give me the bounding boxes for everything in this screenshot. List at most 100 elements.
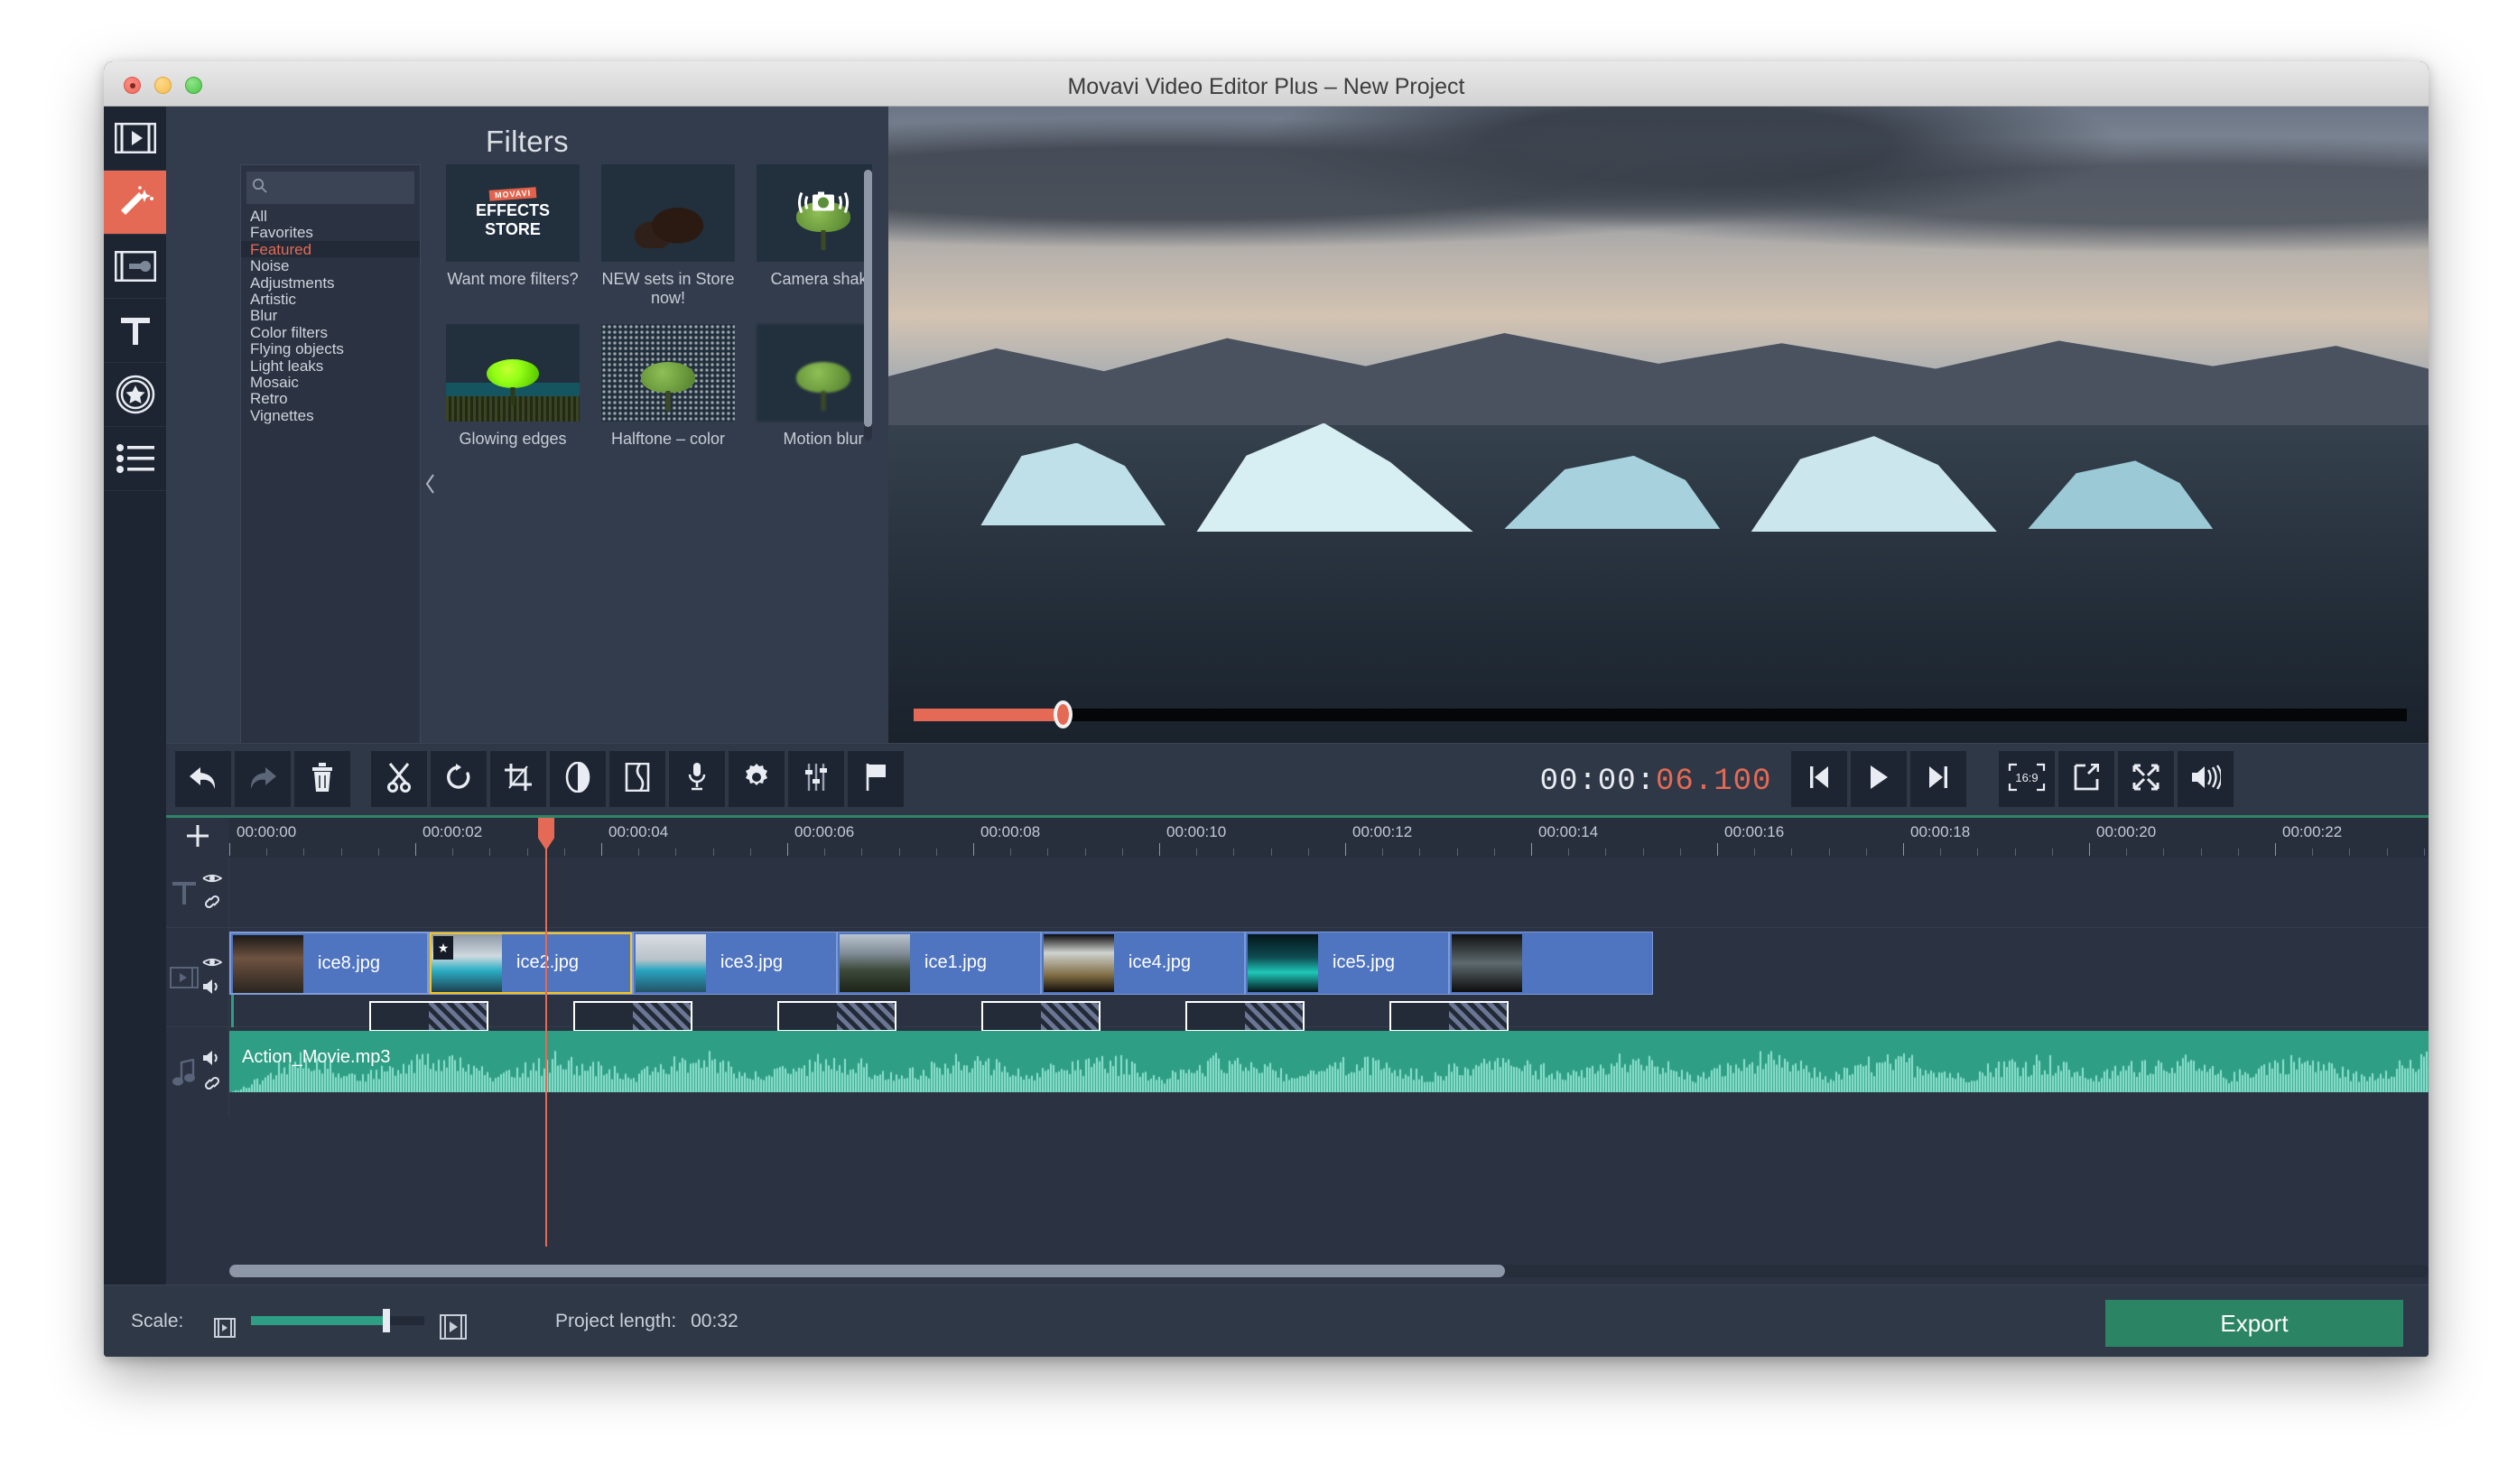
transition-right [429,1003,487,1030]
plus-icon [185,823,210,853]
category-item-all[interactable]: All [241,208,420,225]
timeline-clip[interactable]: ★ ice2.jpg [429,932,633,995]
timeline-clip[interactable]: ice8.jpg [229,932,429,995]
scale-slider[interactable] [251,1309,424,1332]
eye-icon[interactable] [202,956,223,973]
undo-button[interactable] [175,751,231,807]
rail-item-transitions[interactable] [104,235,166,299]
ruler-tick-minor [563,849,565,856]
collapse-panel-button[interactable] [421,468,441,504]
ruler-tick-minor [712,849,714,856]
film-small-icon[interactable] [214,1318,236,1342]
rail-item-titles[interactable] [104,299,166,363]
filter-thumb-want-more-filters[interactable]: MOVAVI EFFECTS STORE Want more filters? [446,164,580,308]
magic-wand-icon [116,184,155,220]
skip-back-icon [1807,765,1831,794]
speaker-icon[interactable] [202,979,222,999]
panel-scrollbar[interactable] [864,170,872,441]
audio-clip[interactable]: Action_Movie.mp3 [229,1031,2429,1092]
timeline-horizontal-scrollbar[interactable] [229,1265,2429,1277]
ruler-tick-minor [1642,849,1644,856]
filter-thumb-motion-blur[interactable]: Motion blur [757,324,872,449]
tree-shape [796,361,850,393]
category-item-noise[interactable]: Noise [241,257,420,274]
titles-track-header[interactable] [166,858,229,928]
filter-thumb-glowing-edges[interactable]: Glowing edges [446,324,580,449]
rail-item-stickers[interactable] [104,363,166,427]
timeline-clip[interactable]: ice5.jpg [1245,932,1449,995]
color-adjust-button[interactable] [550,751,606,807]
audio-properties-button[interactable] [788,751,844,807]
ruler-tick-major [601,843,602,856]
preview-progress-bar[interactable] [914,700,2407,728]
category-item-blur[interactable]: Blur [241,307,420,324]
add-media-button[interactable] [166,818,229,858]
rotate-button[interactable] [431,751,487,807]
rail-item-filters[interactable] [104,171,166,235]
filter-thumb-new-sets[interactable]: NEW sets in Store now! [601,164,735,308]
link-icon[interactable] [202,895,222,914]
rail-item-import-media[interactable] [104,107,166,171]
category-item-favorites[interactable]: Favorites [241,224,420,242]
category-item-light-leaks[interactable]: Light leaks [241,357,420,375]
redo-button[interactable] [235,751,291,807]
aspect-ratio-button[interactable]: 16:9 [1999,751,2055,807]
video-track-header[interactable] [166,928,229,1027]
volume-button[interactable] [2178,751,2234,807]
ruler-tick-minor [1865,849,1867,856]
video-preview[interactable] [888,107,2429,743]
ruler-tick-minor [1270,849,1272,856]
scale-slider-knob[interactable] [382,1309,390,1332]
play-button[interactable] [1851,751,1907,807]
filter-thumb-camera-shake[interactable]: Camera shake [757,164,872,308]
search-row[interactable] [246,172,474,204]
store-promo-art: MOVAVI EFFECTS STORE [446,164,580,262]
playhead[interactable] [538,818,554,1247]
timeline-clip[interactable]: ice4.jpg [1041,932,1245,995]
timeline-ruler[interactable]: 00:00:00 00:00:02 00:00:04 00:00:06 00:0… [229,818,2429,858]
category-item-retro[interactable]: Retro [241,390,420,407]
text-t-icon [166,879,202,906]
filter-thumb-halftone-color[interactable]: Halftone – color [601,324,735,449]
category-item-featured[interactable]: Featured [241,240,420,258]
category-item-color-filters[interactable]: Color filters [241,324,420,341]
delete-button[interactable] [294,751,350,807]
search-input[interactable] [267,180,460,196]
star-badge-icon [116,375,155,414]
ruler-tick-minor [749,849,751,856]
category-item-vignettes[interactable]: Vignettes [241,407,420,424]
speaker-icon[interactable] [202,1050,222,1071]
film-large-icon[interactable] [440,1314,467,1344]
video-track-body[interactable]: ice8.jpg ★ ice2.jpg ice3.jpg ice1.jpg ic… [229,928,2429,1032]
split-button[interactable] [371,751,427,807]
record-audio-button[interactable] [669,751,725,807]
category-item-artistic[interactable]: Artistic [241,291,420,308]
category-item-mosaic[interactable]: Mosaic [241,374,420,391]
timeline-clip[interactable]: ice1.jpg [837,932,1041,995]
category-item-adjustments[interactable]: Adjustments [241,274,420,292]
eye-icon[interactable] [202,872,223,889]
scrollbar-thumb[interactable] [229,1265,1505,1277]
previous-frame-button[interactable] [1791,751,1847,807]
ruler-tick-minor [1010,849,1012,856]
export-button[interactable]: Export [2105,1300,2403,1347]
rail-item-more-tools[interactable] [104,427,166,491]
timecode-current: 06.100 [1656,765,1772,799]
detach-preview-button[interactable] [2058,751,2114,807]
timeline-clip[interactable]: ice3.jpg [633,932,837,995]
bottom-bar: Scale: Project length: 00:32 Export [104,1285,2429,1357]
audio-track-body[interactable]: Action_Movie.mp3 [229,1027,2429,1118]
markers-button[interactable] [848,751,904,807]
panel-scrollbar-thumb[interactable] [864,170,872,427]
category-item-flying-objects[interactable]: Flying objects [241,340,420,357]
audio-track-header[interactable] [166,1027,229,1118]
timeline-clip[interactable] [1449,932,1653,995]
clip-properties-button[interactable] [729,751,785,807]
stabilize-button[interactable] [609,751,665,807]
link-icon[interactable] [202,1076,222,1095]
crop-button[interactable] [490,751,546,807]
audio-waveform [229,1042,2429,1092]
titles-track-body[interactable] [229,858,2429,928]
next-frame-button[interactable] [1910,751,1966,807]
fullscreen-button[interactable] [2118,751,2174,807]
